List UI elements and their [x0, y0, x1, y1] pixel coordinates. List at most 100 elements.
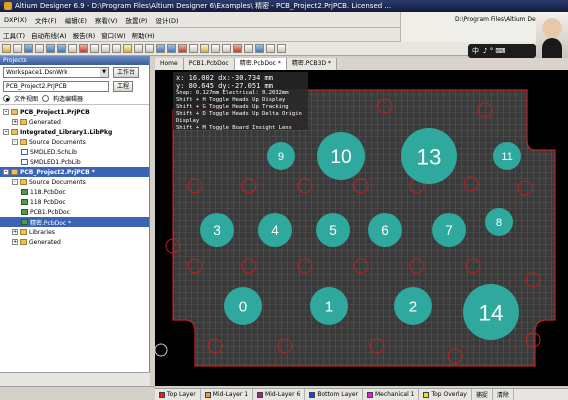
align-icon[interactable]	[266, 44, 275, 53]
print-icon[interactable]	[35, 44, 44, 53]
layer-tab[interactable]: Top Overlay	[419, 388, 472, 400]
workspace-combo[interactable]: Workspace1.DsnWrk ▼	[3, 66, 109, 78]
folder-icon	[11, 109, 18, 115]
menu-tools[interactable]: 工具(T)	[0, 30, 28, 40]
collapse-icon[interactable]: -	[12, 139, 18, 145]
tree-item[interactable]: - PCB_Project1.PrjPCB	[0, 107, 149, 117]
menu-reports[interactable]: 报告(R)	[70, 30, 99, 40]
zoom-fit-icon[interactable]	[68, 44, 77, 53]
tree-item-label: Generated	[29, 238, 61, 246]
select-icon[interactable]	[134, 44, 143, 53]
document-icon	[21, 149, 28, 155]
project-button[interactable]: 工程	[113, 80, 134, 92]
menu-edit[interactable]: 编辑(E)	[61, 15, 91, 25]
expand-icon[interactable]: +	[12, 229, 18, 235]
tree-item[interactable]: - Integrated_Library1.LibPkg	[0, 127, 149, 137]
menu-window[interactable]: 窗口(W)	[98, 30, 129, 40]
menu-autoroute[interactable]: 自动布线(A)	[28, 30, 70, 40]
place-track-icon[interactable]	[189, 44, 198, 53]
project-combo[interactable]: PCB_Project2.PrjPCB	[3, 80, 109, 92]
tree-item-label: Generated	[29, 118, 61, 126]
ime-mode[interactable]: 中	[472, 46, 479, 56]
place-pad-icon[interactable]	[200, 44, 209, 53]
tab-home[interactable]: Home	[155, 58, 184, 70]
zoom-out-icon[interactable]	[57, 44, 66, 53]
view-mode-row: 文件视图 构造编辑器	[0, 93, 149, 105]
grid-icon[interactable]	[277, 44, 286, 53]
tree-item-label: Source Documents	[29, 138, 86, 146]
tree-item[interactable]: - Source Documents	[0, 177, 149, 187]
layer-tab-label: Mechanical 1	[374, 391, 415, 398]
layer-tab[interactable]: Mid-Layer 6	[253, 388, 306, 400]
structure-radio[interactable]	[42, 95, 50, 102]
expand-icon[interactable]: +	[12, 119, 18, 125]
layer-tab[interactable]: Bottom Layer	[305, 388, 363, 400]
heads-up-display: x: 16.002 dx:-30.734 mm y: 80.645 dy:-27…	[173, 72, 308, 131]
tree-item[interactable]: 精密.PcbDoc *	[0, 217, 149, 227]
status-bar	[0, 386, 155, 400]
collapse-icon[interactable]: -	[3, 109, 9, 115]
layer-tab[interactable]: 捕捉	[472, 388, 493, 400]
menu-dxp[interactable]: DXP(X)	[0, 16, 31, 24]
new-document-icon[interactable]	[13, 44, 22, 53]
layer-tab-label: Mid-Layer 1	[212, 391, 249, 398]
menu-help[interactable]: 帮助(H)	[129, 30, 158, 40]
place-arc-icon[interactable]	[233, 44, 242, 53]
tab-precision-3d[interactable]: 精密.PCB3D *	[286, 58, 338, 70]
place-fill-icon[interactable]	[244, 44, 253, 53]
tree-item-label: PCB_Project1.PrjPCB	[20, 108, 90, 116]
hud-shortcut-2: Shift + G Toggle Heads Up Tracking	[176, 104, 289, 110]
expand-icon[interactable]: +	[12, 239, 18, 245]
layer-tab[interactable]: Top Layer	[155, 388, 201, 400]
document-icon	[21, 189, 28, 195]
workspace-button[interactable]: 工作台	[113, 66, 140, 78]
place-string-icon[interactable]	[222, 44, 231, 53]
tree-item[interactable]: + Generated	[0, 117, 149, 127]
file-view-label: 文件视图	[14, 96, 39, 103]
open-folder-icon[interactable]	[2, 44, 11, 53]
tree-item[interactable]: PCB1.PcbDoc	[0, 207, 149, 217]
redo-icon[interactable]	[167, 44, 176, 53]
file-view-radio[interactable]	[3, 95, 10, 102]
menu-file[interactable]: 文件(F)	[31, 15, 61, 25]
place-polygon-icon[interactable]	[255, 44, 264, 53]
tree-item[interactable]: SMDLED1.PcbLib	[0, 157, 149, 167]
tree-item[interactable]: 118.PcbDoc	[0, 187, 149, 197]
ime-extra[interactable]: ♪ ° ⌨	[483, 47, 506, 55]
tree-item[interactable]: SMDLED.SchLib	[0, 147, 149, 157]
deselect-icon[interactable]	[145, 44, 154, 53]
menu-design[interactable]: 设计(D)	[151, 15, 182, 25]
hud-shortcut-1: Shift + H Toggle Heads Up Display	[176, 97, 286, 103]
route-icon[interactable]	[178, 44, 187, 53]
menu-view[interactable]: 察看(V)	[91, 15, 122, 25]
chevron-down-icon[interactable]: ▼	[100, 67, 108, 77]
collapse-icon[interactable]: -	[3, 169, 9, 175]
collapse-icon[interactable]: -	[3, 129, 9, 135]
menu-place[interactable]: 放置(P)	[121, 15, 151, 25]
tree-item[interactable]: - PCB_Project2.PrjPCB *	[0, 167, 149, 177]
ime-toolbar[interactable]: 中 ♪ ° ⌨	[468, 44, 536, 58]
tree-item-label: Integrated_Library1.LibPkg	[20, 128, 113, 136]
pad-label: 2	[409, 299, 417, 316]
tree-item[interactable]: 118 PcbDoc	[0, 197, 149, 207]
tree-item[interactable]: + Libraries	[0, 227, 149, 237]
layer-tab[interactable]: Mechanical 1	[363, 388, 420, 400]
projects-panel: Projects Workspace1.DsnWrk ▼ 工作台 PCB_Pro…	[0, 56, 150, 386]
layer-tab[interactable]: Mid-Layer 1	[201, 388, 254, 400]
tree-item[interactable]: + Generated	[0, 237, 149, 247]
cross-probe-icon[interactable]	[79, 44, 88, 53]
collapse-icon[interactable]: -	[12, 179, 18, 185]
move-icon[interactable]	[123, 44, 132, 53]
undo-icon[interactable]	[156, 44, 165, 53]
save-icon[interactable]	[24, 44, 33, 53]
cut-icon[interactable]	[90, 44, 99, 53]
tree-item[interactable]: - Source Documents	[0, 137, 149, 147]
tab-precision-pcb[interactable]: 精密.PcbDoc *	[234, 58, 287, 70]
folder-icon	[20, 239, 27, 245]
layer-tab[interactable]: 清除	[493, 388, 514, 400]
tab-pcb1[interactable]: PCB1.PcbDoc	[183, 58, 235, 70]
place-via-icon[interactable]	[211, 44, 220, 53]
paste-icon[interactable]	[112, 44, 121, 53]
copy-icon[interactable]	[101, 44, 110, 53]
zoom-in-icon[interactable]	[46, 44, 55, 53]
